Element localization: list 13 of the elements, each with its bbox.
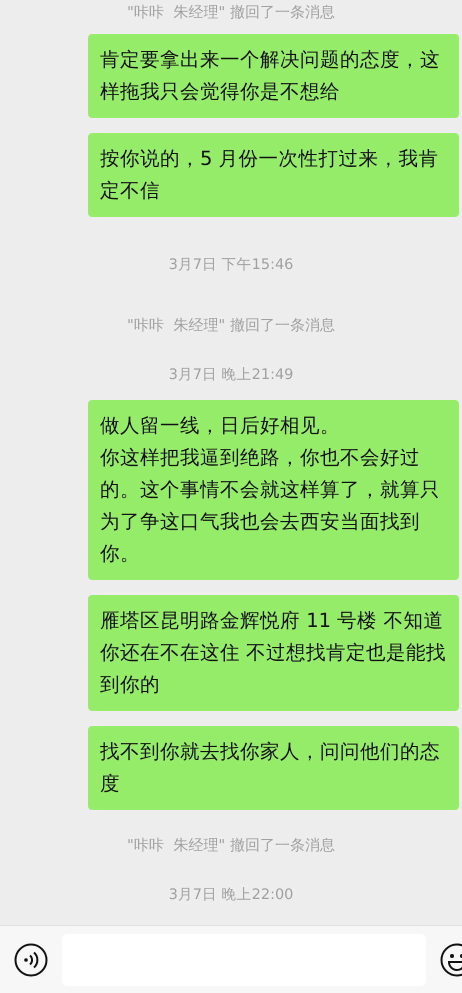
- recall-notice: "咔咔 朱经理" 撤回了一条消息: [126, 315, 336, 335]
- recall-notice: "咔咔 朱经理" 撤回了一条消息: [126, 835, 336, 855]
- message-text: 你这样把我逼到绝路，你也不会好过的。这个事情不会就这样算了，就算只为了争这口气我也会去西安当面找到你。: [100, 445, 441, 567]
- message-text: 雁塔区昆明路金辉悦府 11 号楼 不知道你还在不在这住 不过想找肯定也是能找到你的: [100, 608, 448, 698]
- message-text: 肯定要拿出来一个解决问题的态度，这样拖我只会觉得你是不想给: [100, 47, 441, 105]
- message-text: 做人留一线，日后好相见。: [100, 413, 341, 439]
- timestamp: 3月7日 下午15:46: [168, 256, 294, 275]
- timestamp: 3月7日 晚上22:00: [168, 886, 294, 905]
- message-text: 按你说的，5 月份一次性打过来，我肯定不信: [100, 146, 440, 204]
- message-text: 找不到你就去找你家人，问问他们的态度: [100, 739, 441, 797]
- timestamp: 3月7日 晚上21:49: [168, 366, 294, 385]
- voice-icon[interactable]: [14, 942, 48, 976]
- recall-notice: "咔咔 朱经理" 撤回了一条消息: [126, 2, 336, 22]
